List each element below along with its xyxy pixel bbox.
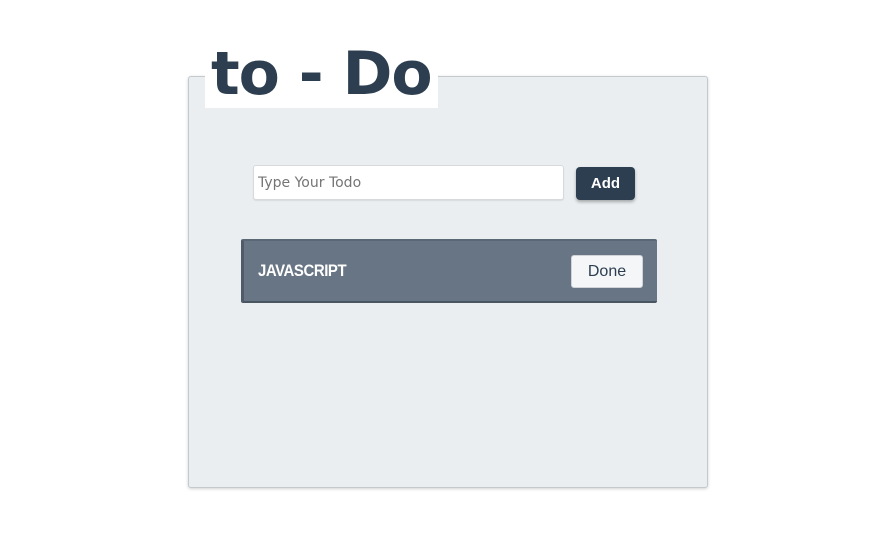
todo-list-item: JAVASCRIPT Done [241,239,657,303]
page-title: to - Do [205,40,438,108]
todo-item-text: JAVASCRIPT [258,261,347,280]
add-button[interactable]: Add [576,167,635,200]
todo-input[interactable] [253,165,564,200]
done-button[interactable]: Done [571,255,643,288]
